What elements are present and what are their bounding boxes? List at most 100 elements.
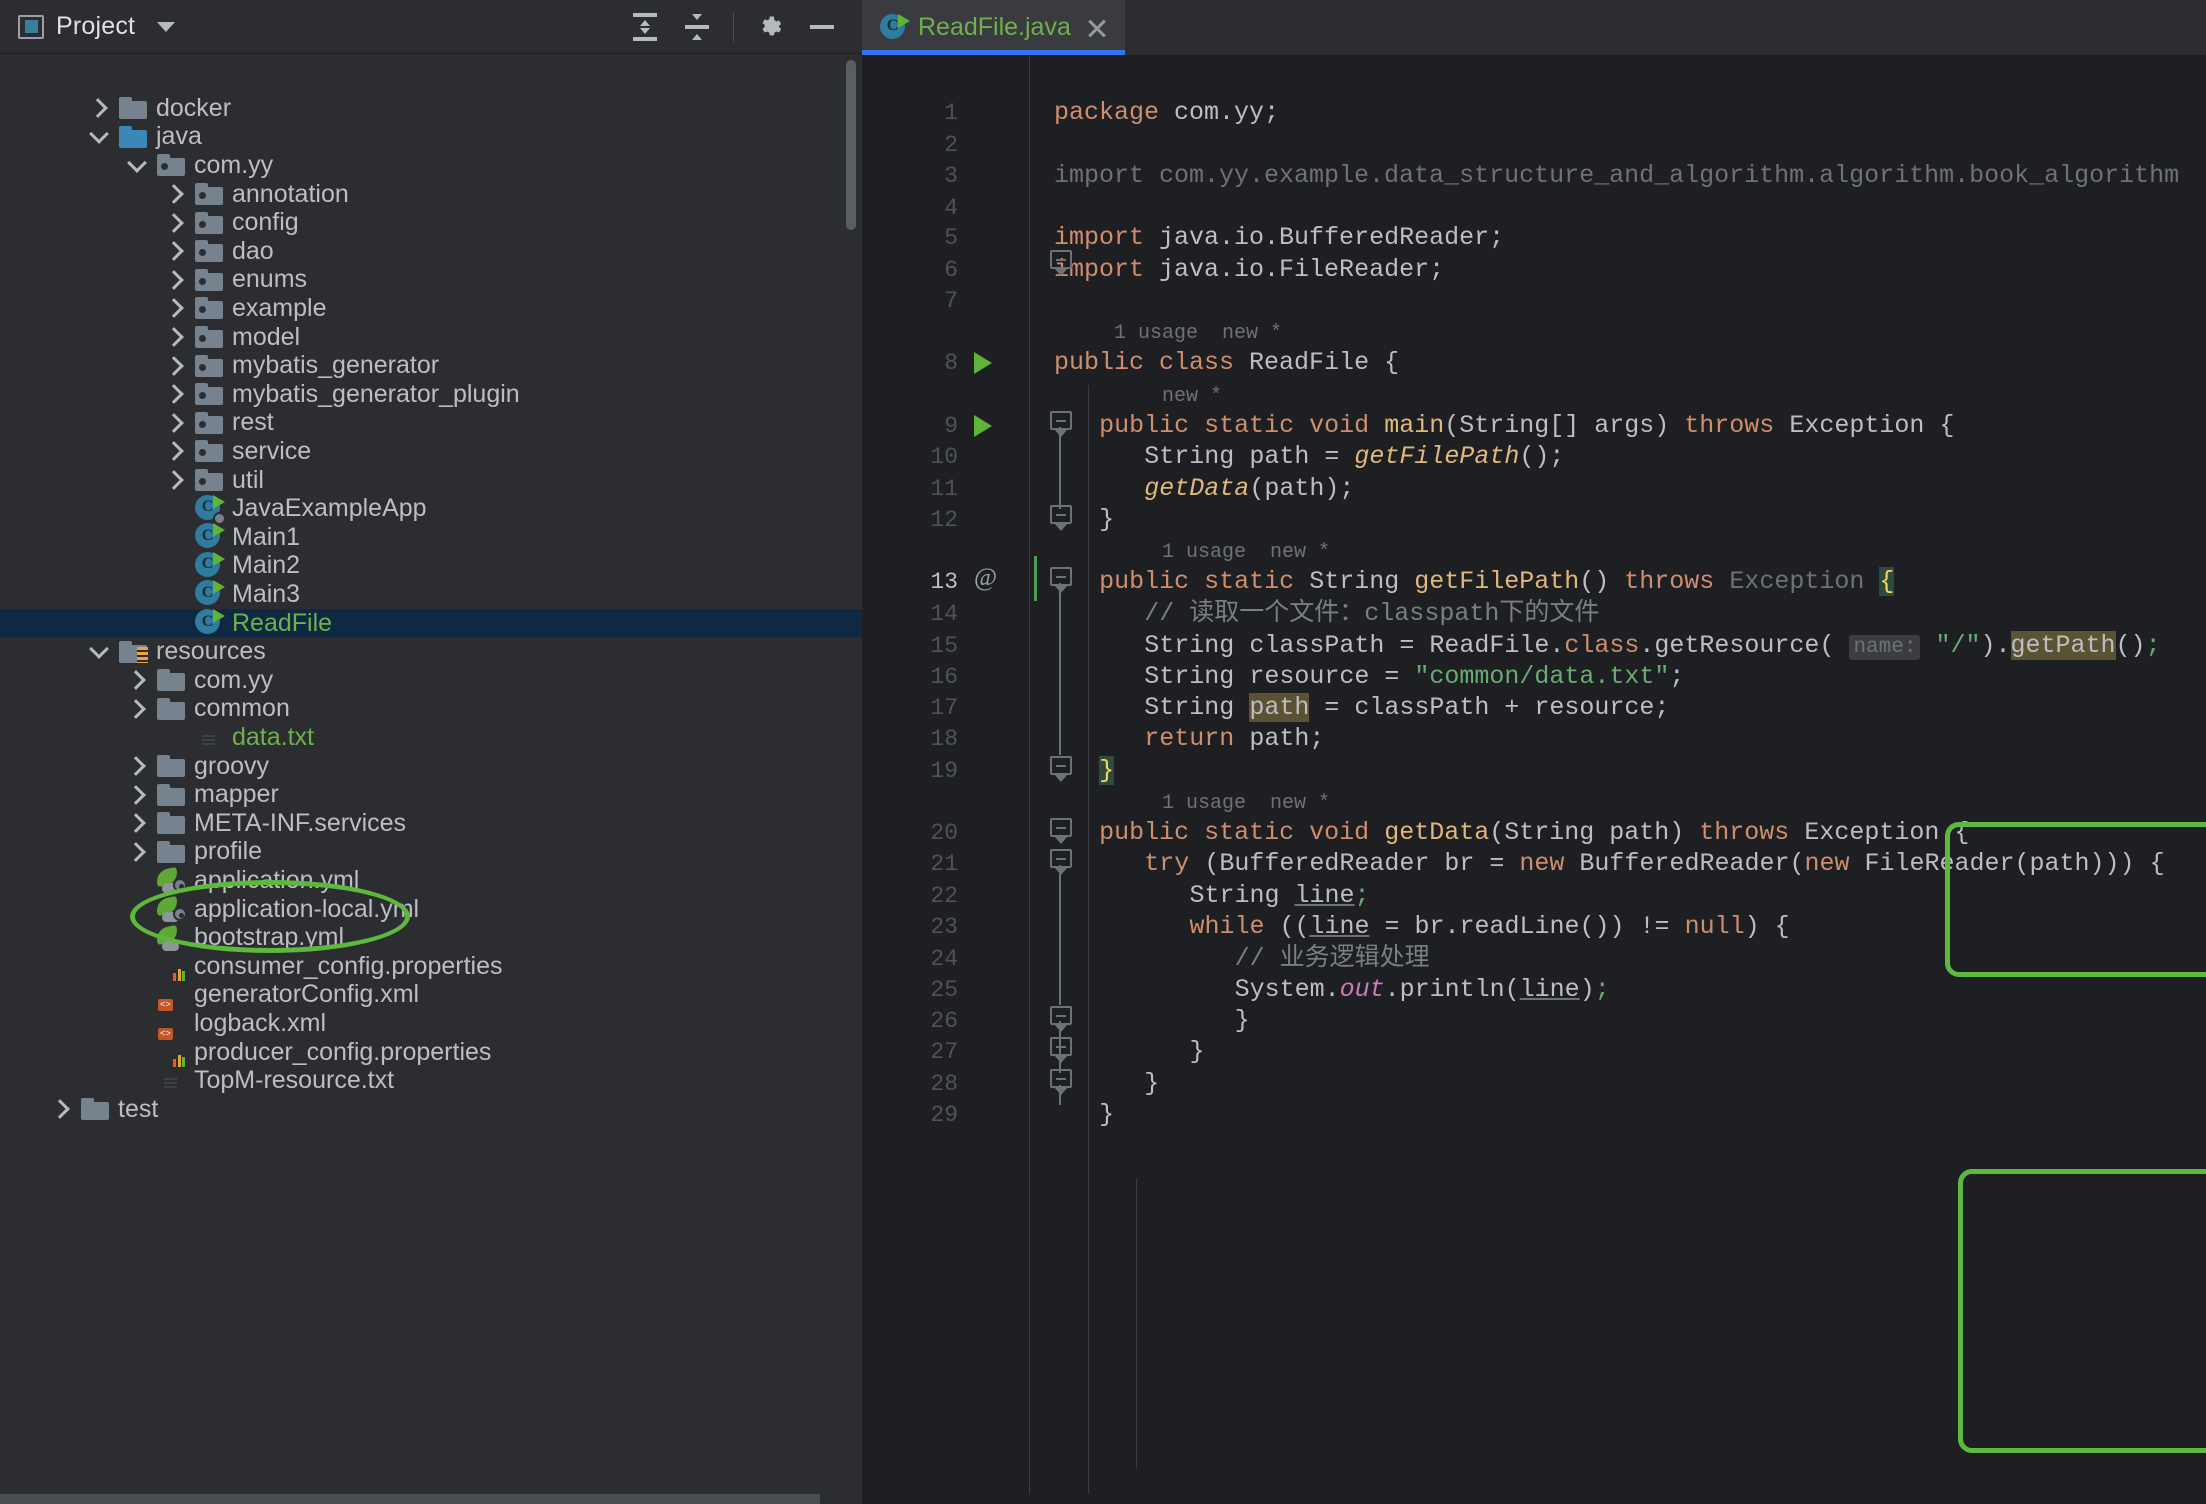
fold-handle-line-3[interactable]	[1050, 250, 1072, 276]
annotation-gutter-icon: @	[974, 564, 997, 592]
fold-handle-line-21[interactable]	[1050, 849, 1072, 875]
line-number-8: 8	[862, 347, 958, 379]
minimize-button[interactable]	[796, 5, 848, 49]
fold-handle-line-27[interactable]	[1050, 1037, 1072, 1063]
line-number-1: 1	[862, 97, 958, 129]
tree-item-label: Main1	[228, 523, 300, 552]
fold-handle-line-26[interactable]	[1050, 1006, 1072, 1032]
line-number-3: 3	[862, 160, 958, 192]
tree-item-label: enums	[228, 265, 307, 294]
line-number-28: 28	[862, 1068, 958, 1100]
tree-item-label: annotation	[228, 180, 349, 209]
line-number-18: 18	[862, 723, 958, 755]
tree-item-mybatis-generator-plugin[interactable]: mybatis_generator_plugin	[0, 380, 862, 409]
code-editor: C ReadFile.java 123456789101112131415161…	[862, 0, 2206, 1504]
code-line-13: public static String getFilePath() throw…	[1099, 566, 1894, 598]
run-gutter-icon-line-9[interactable]	[974, 415, 992, 437]
line-number-14: 14	[862, 598, 958, 630]
close-icon[interactable]	[1085, 16, 1109, 40]
inlay-hint[interactable]: 1 usage new *	[1162, 540, 1330, 566]
line-number-15: 15	[862, 630, 958, 662]
tree-item-service[interactable]: service	[0, 437, 862, 466]
tree-item-label: Main2	[228, 551, 300, 580]
fold-connector	[1059, 1085, 1061, 1105]
expand-all-icon	[631, 12, 659, 42]
tree-item-label: logback.xml	[190, 1009, 326, 1038]
tree-item-label: example	[228, 294, 327, 323]
tree-item-com-yy[interactable]: com.yy	[0, 151, 862, 180]
tree-item-label: consumer_config.properties	[190, 952, 503, 981]
tree-item-mybatis-generator[interactable]: mybatis_generator	[0, 351, 862, 380]
tree-item-label: mapper	[190, 780, 279, 809]
fold-handle-line-13[interactable]	[1050, 567, 1072, 593]
tree-item-label: mybatis_generator	[228, 351, 439, 380]
line-number-9: 9	[862, 410, 958, 442]
line-number-4: 4	[862, 192, 958, 224]
text-file-icon	[159, 1066, 183, 1095]
line-number-7: 7	[862, 285, 958, 317]
tab-label: ReadFile.java	[918, 13, 1071, 42]
project-panel-title: Project	[56, 12, 135, 41]
tree-item-common[interactable]: common	[0, 695, 862, 724]
tree-item-example[interactable]: example	[0, 294, 862, 323]
tree-item-test[interactable]: test	[0, 1095, 862, 1124]
expand-all-button[interactable]	[619, 5, 671, 49]
tree-item-annotation[interactable]: annotation	[0, 180, 862, 209]
chevron-right-icon[interactable]	[46, 1089, 76, 1129]
tree-item-rest[interactable]: rest	[0, 409, 862, 438]
sidebar-horizontal-scrollbar[interactable]	[0, 1494, 820, 1504]
code-line-21: try (BufferedReader br = new BufferedRea…	[1144, 848, 2164, 880]
tree-item-label: util	[228, 466, 264, 495]
tree-item-label: application.yml	[190, 866, 359, 895]
vcs-change-marker[interactable]	[1034, 556, 1037, 601]
code-line-24: // 业务逻辑处理	[1235, 943, 1430, 975]
tree-item-label: dao	[228, 237, 274, 266]
code-line-9: public static void main(String[] args) t…	[1099, 410, 1954, 442]
project-panel-toolbar	[619, 5, 848, 49]
tab-readfile-java[interactable]: C ReadFile.java	[862, 0, 1125, 55]
tree-item-label: generatorConfig.xml	[190, 980, 419, 1009]
run-gutter-icon-line-8[interactable]	[974, 352, 992, 374]
collapse-all-button[interactable]	[671, 5, 723, 49]
fold-handle-line-20[interactable]	[1050, 818, 1072, 844]
inlay-hint[interactable]: 1 usage new *	[1162, 791, 1330, 817]
code-line-23: while ((line = br.readLine()) != null) {	[1189, 911, 1789, 943]
settings-button[interactable]	[744, 5, 796, 49]
java-class-icon: C	[880, 14, 908, 42]
line-number-13: 13	[862, 566, 958, 598]
fold-handle-line-9[interactable]	[1050, 411, 1072, 437]
inlay-hint[interactable]: new *	[1162, 384, 1222, 410]
project-window-icon	[18, 15, 44, 39]
tree-item-main1[interactable]: CMain1	[0, 523, 862, 552]
sidebar-vertical-scrollbar[interactable]	[846, 60, 856, 230]
tree-item-label: producer_config.properties	[190, 1038, 491, 1067]
code-line-26: }	[1235, 1005, 1250, 1037]
project-tree[interactable]: dockerjavacom.yyannotationconfigdaoenums…	[0, 54, 862, 1504]
code-line-1: package com.yy;	[1054, 97, 1279, 129]
line-number-23: 23	[862, 911, 958, 943]
gear-icon	[757, 14, 783, 40]
code-line-28: }	[1144, 1068, 1159, 1100]
tree-item-main2[interactable]: CMain2	[0, 552, 862, 581]
tree-item-topm-resource-txt[interactable]: TopM-resource.txt	[0, 1066, 862, 1095]
code-line-5: import java.io.BufferedReader;	[1054, 222, 1504, 254]
code-content-area[interactable]: 1234567891011121314151617181920212223242…	[862, 55, 2206, 1504]
line-number-5: 5	[862, 222, 958, 254]
editor-horizontal-scrollbar[interactable]	[862, 1494, 2206, 1504]
tree-item-dao[interactable]: dao	[0, 237, 862, 266]
inlay-hint[interactable]: 1 usage new *	[1114, 321, 1282, 347]
fold-handle-line-28[interactable]	[1050, 1069, 1072, 1095]
tree-item-util[interactable]: util	[0, 466, 862, 495]
tree-item-javaexampleapp[interactable]: CJavaExampleApp	[0, 494, 862, 523]
fold-handle-line-19[interactable]	[1050, 756, 1072, 782]
tree-item-model[interactable]: model	[0, 323, 862, 352]
fold-connector	[1059, 1021, 1061, 1073]
tree-item-main3[interactable]: CMain3	[0, 580, 862, 609]
tree-item-enums[interactable]: enums	[0, 266, 862, 295]
code-line-19: }	[1099, 755, 1114, 787]
chevron-down-icon[interactable]	[157, 22, 175, 32]
tree-item-icon	[76, 1089, 114, 1129]
folder-icon	[81, 1098, 109, 1120]
tree-item-config[interactable]: config	[0, 208, 862, 237]
fold-handle-line-12[interactable]	[1050, 505, 1072, 531]
